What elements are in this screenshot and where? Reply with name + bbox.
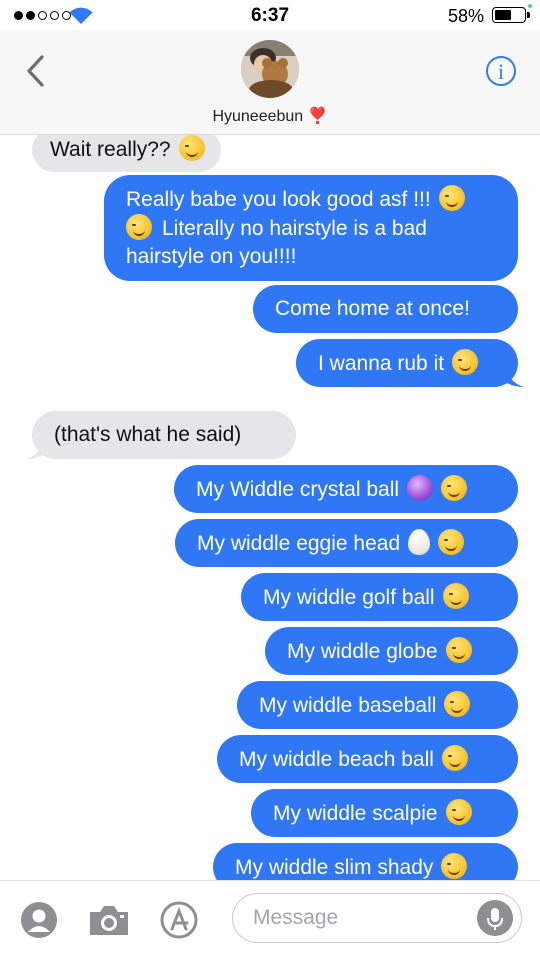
message-text: Literally no hairstyle is a bad [162,217,427,240]
smiling-face-emoji [441,745,468,771]
message-bubble-sent[interactable]: My Widdle crystal ball [174,465,518,513]
message-bubble-sent[interactable]: My widdle scalpie [251,789,518,837]
smiling-face-emoji [444,691,471,717]
compose-bar: Message [0,880,540,961]
battery-icon [492,7,530,23]
smiling-face-emoji [441,853,468,879]
battery-fill [495,10,511,20]
camera-icon[interactable] [86,901,132,939]
message-bubble-sent[interactable]: My widdle golf ball [241,573,518,621]
message-bubble-sent[interactable]: Come home at once! [253,285,518,333]
smiling-face-emoji [445,637,472,663]
message-text: Really babe you look good asf !!! [126,188,431,211]
message-text: My widdle globe [287,640,438,663]
message-text: My widdle scalpie [273,802,438,825]
bubble-tail [26,439,46,459]
contact-name[interactable]: Hyuneeebun ❣️ [0,106,540,126]
message-text: My widdle baseball [259,694,437,717]
message-text: hairstyle on you!!!! [126,245,297,268]
charging-indicator [528,4,532,8]
message-text-line: hairstyle on you!!!! [126,243,498,271]
message-text: Wait really?? [50,138,171,161]
battery-nub [527,12,530,18]
battery-percentage: 58% [447,6,484,26]
message-bubble-received[interactable]: (that's what he said) [26,411,296,459]
info-icon[interactable]: i [486,56,516,86]
slightly-smiling-face-emoji [452,349,479,375]
smiling-face-emoji [445,799,472,825]
message-text: I wanna rub it [318,352,445,375]
message-text-line: Really babe you look good asf !!! [126,185,498,214]
memoji-icon[interactable] [20,901,58,939]
drooling-face-emoji [438,185,465,211]
message-placeholder: Message [253,906,339,929]
message-bubble-sent[interactable]: My widdle baseball [237,681,518,729]
message-text: My Widdle crystal ball [196,478,400,501]
message-text: Come home at once! [275,297,470,320]
smiling-face-emoji [438,529,465,555]
message-bubble-sent[interactable]: Really babe you look good asf !!! Litera… [104,175,518,281]
message-text: My widdle eggie head [197,532,401,555]
message-text: My widdle beach ball [239,748,434,771]
message-text-line: Literally no hairstyle is a bad [126,214,498,243]
crystal-ball-emoji [407,475,434,501]
status-bar: 6:37 58% [0,0,540,30]
message-bubble-sent[interactable]: My widdle slim shady [213,843,518,880]
drooling-face-emoji [126,214,152,240]
message-bubble-received[interactable]: Wait really?? [32,135,221,172]
bubble-tail [504,367,524,387]
avatar-photo [241,40,299,98]
egg-emoji [408,529,431,555]
contact-avatar[interactable] [241,40,299,98]
message-bubble-sent[interactable]: My widdle beach ball [217,735,518,783]
message-bubble-sent[interactable]: My widdle globe [265,627,518,675]
smiling-face-emoji [441,475,468,501]
smiling-face-emoji [442,583,469,609]
message-text: My widdle golf ball [263,586,435,609]
chevron-left-icon[interactable] [24,54,46,88]
conversation-header: Hyuneeebun ❣️ i [0,30,540,135]
relieved-face-emoji [178,135,205,161]
message-thread[interactable]: Wait really?? Really babe you look good … [0,135,540,880]
microphone-icon[interactable] [477,900,513,936]
app-store-icon[interactable] [160,901,198,939]
message-bubble-sent[interactable]: My widdle eggie head [175,519,518,567]
message-text: (that's what he said) [54,423,242,446]
message-bubble-sent[interactable]: I wanna rub it [296,339,524,387]
message-input[interactable]: Message [232,893,522,943]
message-text: My widdle slim shady [235,856,434,879]
